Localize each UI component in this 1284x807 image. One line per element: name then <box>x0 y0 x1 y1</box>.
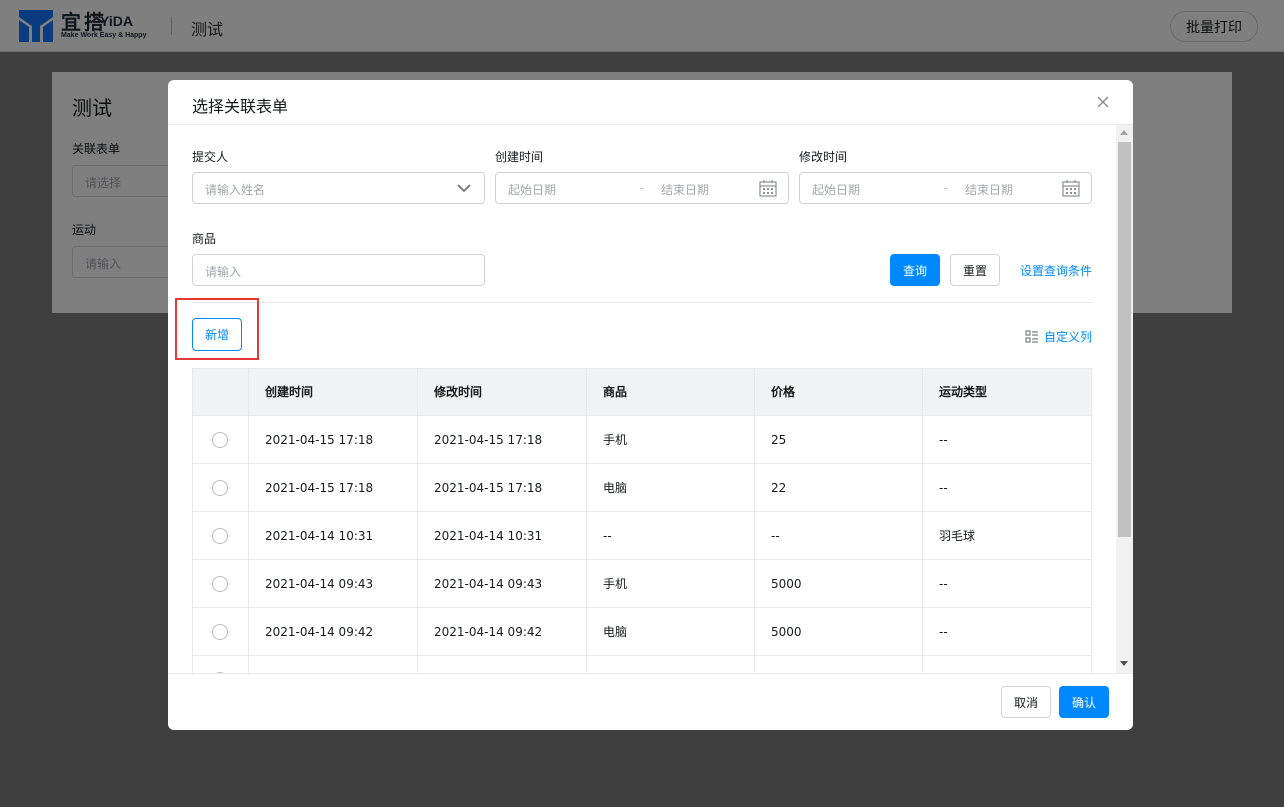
range-separator: - <box>640 181 645 195</box>
row-radio[interactable] <box>212 479 228 496</box>
dialog-body: 提交人 请输入姓名 创建时间 起始日期 - 结束日期 修改时间 起始日期 - 结… <box>168 125 1133 673</box>
table-cell: 25 <box>755 416 923 463</box>
table-row[interactable]: 2021-04-15 17:18 2021-04-15 17:18 手机 25 … <box>192 416 1092 464</box>
column-header[interactable]: 修改时间 <box>418 368 587 415</box>
submitter-select[interactable]: 请输入姓名 <box>192 172 485 204</box>
row-select-cell <box>192 560 249 607</box>
modified-end-date[interactable]: 结束日期 <box>965 181 1013 198</box>
dialog-title: 选择关联表单 <box>192 97 289 116</box>
modified-time-range[interactable]: 起始日期 - 结束日期 <box>799 172 1092 204</box>
created-time-range[interactable]: 起始日期 - 结束日期 <box>495 172 789 204</box>
table-cell: 2021-04-15 17:18 <box>418 416 587 463</box>
row-select-cell <box>192 512 249 559</box>
table-cell: 2021-04-14 09:43 <box>418 560 587 607</box>
close-icon[interactable] <box>1095 94 1111 110</box>
cancel-button[interactable]: 取消 <box>1001 686 1051 718</box>
table-cell: 2021-04-14 09:42 <box>418 608 587 655</box>
table-cell: -- <box>939 432 948 447</box>
table-cell: -- <box>939 480 948 495</box>
calendar-icon[interactable] <box>1062 180 1080 197</box>
table-cell: 2021-04-14 09:43 <box>249 560 418 607</box>
created-end-date[interactable]: 结束日期 <box>661 181 709 198</box>
row-select-cell <box>192 656 249 673</box>
table-cell: 羽毛球 <box>939 529 976 543</box>
confirm-button[interactable]: 确认 <box>1059 686 1109 718</box>
product-placeholder: 请输入 <box>205 265 242 279</box>
created-time-label: 创建时间 <box>495 150 544 164</box>
column-header[interactable]: 商品 <box>587 368 755 415</box>
column-header[interactable]: 运动类型 <box>923 368 1092 415</box>
table-row[interactable]: 2021-04-14 09:43 2021-04-14 09:43 手机 500… <box>192 560 1092 608</box>
records-table: 创建时间 修改时间 商品 价格 运动类型 2021-04-15 17:18 20… <box>192 368 1092 673</box>
column-header[interactable]: 价格 <box>755 368 923 415</box>
table-cell <box>755 656 923 673</box>
submitter-placeholder: 请输入姓名 <box>205 183 266 197</box>
table-cell: 2021-04-14 10:31 <box>249 512 418 559</box>
row-radio[interactable] <box>212 527 228 544</box>
columns-setting-icon <box>1025 329 1038 343</box>
dialog-footer: 取消 确认 <box>168 673 1133 730</box>
highlight-annotation-box <box>175 298 259 360</box>
table-cell: 电脑 <box>587 608 755 655</box>
submitter-label: 提交人 <box>192 150 229 164</box>
table-cell: 2021-04-14 09:42 <box>249 608 418 655</box>
column-header[interactable]: 创建时间 <box>249 368 418 415</box>
set-query-conditions-link[interactable]: 设置查询条件 <box>1020 262 1092 279</box>
table-cell: 2021-04-15 17:18 <box>249 464 418 511</box>
scroll-down-arrow-icon[interactable] <box>1120 661 1128 666</box>
row-radio[interactable] <box>212 623 228 640</box>
select-column-header <box>192 368 249 415</box>
table-cell: 5000 <box>755 608 923 655</box>
table-cell: 5000 <box>755 560 923 607</box>
table-cell: 电脑 <box>587 464 755 511</box>
table-row[interactable]: 2021-04-14 09:42 2021-04-14 09:42 电脑 500… <box>192 608 1092 656</box>
chevron-down-icon <box>457 184 471 193</box>
product-input[interactable]: 请输入 <box>192 254 485 286</box>
table-cell <box>249 656 418 673</box>
product-label: 商品 <box>192 232 217 246</box>
table-cell: 22 <box>755 464 923 511</box>
custom-columns-label: 自定义列 <box>1044 330 1093 344</box>
created-start-date[interactable]: 起始日期 <box>508 181 556 198</box>
table-cell: -- <box>587 512 755 559</box>
row-select-cell <box>192 416 249 463</box>
table-row[interactable] <box>192 656 1092 673</box>
row-radio[interactable] <box>212 575 228 592</box>
scroll-up-arrow-icon[interactable] <box>1120 130 1128 135</box>
row-radio[interactable] <box>212 431 228 448</box>
table-row[interactable]: 2021-04-14 10:31 2021-04-14 10:31 -- -- … <box>192 512 1092 560</box>
scrollbar-thumb[interactable] <box>1118 142 1131 537</box>
filter-divider <box>192 302 1092 303</box>
table-cell: 2021-04-14 10:31 <box>418 512 587 559</box>
row-select-cell <box>192 608 249 655</box>
table-cell <box>587 656 755 673</box>
table-cell: 2021-04-15 17:18 <box>249 416 418 463</box>
table-cell: -- <box>755 512 923 559</box>
custom-columns-link[interactable]: 自定义列 <box>1025 328 1092 345</box>
calendar-icon[interactable] <box>759 180 777 197</box>
table-header-row: 创建时间 修改时间 商品 价格 运动类型 <box>192 368 1092 416</box>
select-related-form-dialog: 选择关联表单 提交人 请输入姓名 创建时间 起始日期 - 结束日期 修改时间 起… <box>168 80 1133 730</box>
dialog-scrollbar[interactable] <box>1116 125 1133 673</box>
table-cell: -- <box>939 624 948 639</box>
modified-start-date[interactable]: 起始日期 <box>812 181 860 198</box>
table-cell: 手机 <box>587 416 755 463</box>
table-cell <box>418 656 587 673</box>
row-select-cell <box>192 464 249 511</box>
modified-time-label: 修改时间 <box>799 150 848 164</box>
range-separator: - <box>944 181 949 195</box>
table-row[interactable]: 2021-04-15 17:18 2021-04-15 17:18 电脑 22 … <box>192 464 1092 512</box>
table-cell: -- <box>939 576 948 591</box>
table-cell <box>923 656 1092 673</box>
table-cell: 手机 <box>587 560 755 607</box>
query-button[interactable]: 查询 <box>890 254 940 286</box>
table-cell: 2021-04-15 17:18 <box>418 464 587 511</box>
reset-button[interactable]: 重置 <box>950 254 1000 286</box>
dialog-header: 选择关联表单 <box>168 80 1133 125</box>
